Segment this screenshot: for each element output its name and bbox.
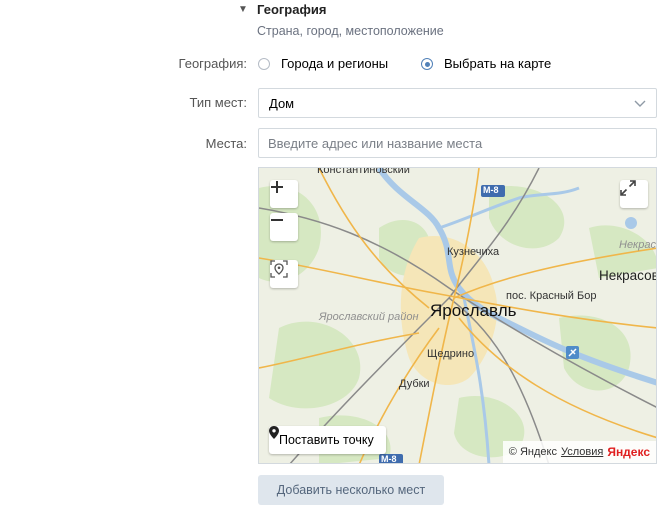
- map-label-dubki: Дубки: [399, 378, 430, 390]
- map-label-nekras-italic: Некрас: [619, 239, 656, 251]
- map-label-yaroslavsky-rayon: Ярославский район: [319, 311, 419, 323]
- section-title[interactable]: География: [257, 2, 326, 17]
- map-label-kuznechikha: Кузнечиха: [447, 246, 500, 258]
- radio-cities-regions[interactable]: [258, 58, 270, 70]
- map-label-nekrasovskoye: Некрасов: [599, 268, 657, 283]
- zoom-out-button[interactable]: [270, 213, 298, 241]
- radio-choose-on-map-label[interactable]: Выбрать на карте: [444, 56, 551, 71]
- copyright-text: © Яндекс: [508, 446, 557, 458]
- add-several-places-button[interactable]: Добавить несколько мест: [258, 475, 444, 505]
- geolocation-button[interactable]: [270, 260, 298, 288]
- map-label-m8-top: М-8: [483, 185, 499, 195]
- radio-cities-regions-label[interactable]: Города и регионы: [281, 56, 388, 71]
- terms-link[interactable]: Условия: [561, 446, 603, 458]
- place-point-label: Поставить точку: [279, 433, 374, 447]
- geography-label: География:: [178, 56, 247, 71]
- geolocation-icon: [270, 260, 288, 278]
- place-type-value: Дом: [269, 96, 295, 111]
- zoom-in-button[interactable]: [270, 180, 298, 208]
- place-point-button[interactable]: Поставить точку: [269, 426, 386, 454]
- section-subtitle: Страна, город, местоположение: [257, 24, 444, 38]
- add-several-places-label: Добавить несколько мест: [276, 483, 426, 497]
- map-view[interactable]: Константиновский М-8 Кузнечиха Некрас Не…: [258, 167, 657, 464]
- expand-icon: [620, 180, 636, 196]
- airport-icon: [566, 346, 579, 359]
- collapse-arrow-icon[interactable]: ▼: [238, 4, 248, 15]
- minus-icon: [271, 219, 283, 221]
- place-type-select[interactable]: Дом: [258, 88, 657, 118]
- yandex-logo[interactable]: Яндекс: [607, 445, 650, 459]
- map-pin-icon: [269, 426, 279, 439]
- map-label-m8-bottom: М-8: [381, 454, 397, 464]
- map-label-krasny-bor: пос. Красный Бор: [506, 290, 597, 302]
- map-label-yaroslavl: Ярославль: [430, 301, 517, 320]
- radio-choose-on-map[interactable]: [421, 58, 433, 70]
- chevron-down-icon: [634, 100, 646, 107]
- fullscreen-button[interactable]: [620, 180, 648, 208]
- map-label-konstantinovsky: Константиновский: [317, 167, 410, 176]
- places-label: Места:: [205, 136, 247, 151]
- plus-icon: [271, 181, 283, 193]
- place-type-label: Тип мест:: [189, 95, 247, 110]
- places-search-input[interactable]: [258, 128, 657, 158]
- map-copyright: © Яндекс Условия Яндекс: [502, 441, 656, 463]
- map-label-shchedrino: Щедрино: [427, 348, 475, 360]
